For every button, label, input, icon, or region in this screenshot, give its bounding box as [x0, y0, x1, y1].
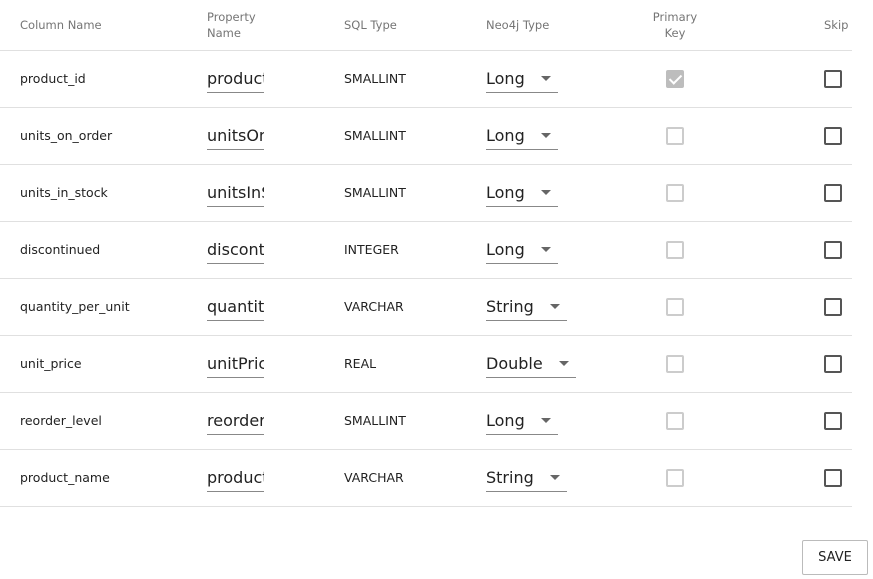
column-name: product_name	[0, 449, 207, 507]
table-row: unit_price REAL Double	[0, 335, 852, 393]
dropdown-arrow-icon	[540, 132, 551, 138]
neo4j-type-select[interactable]: Double	[486, 354, 576, 378]
table-row: units_on_order SMALLINT Long	[0, 107, 852, 165]
neo4j-type-value: Long	[486, 68, 525, 88]
neo4j-type-value: Long	[486, 239, 525, 259]
sql-type: SMALLINT	[344, 164, 486, 222]
primary-key-checkbox[interactable]	[666, 126, 684, 145]
table-row: units_in_stock SMALLINT Long	[0, 164, 852, 222]
header-skip: Skip	[730, 0, 852, 51]
property-name-input[interactable]	[207, 353, 264, 378]
table-row: quantity_per_unit VARCHAR String	[0, 278, 852, 336]
neo4j-type-value: Long	[486, 125, 525, 145]
skip-checkbox[interactable]	[824, 183, 842, 202]
save-button[interactable]: SAVE	[802, 540, 868, 575]
header-column-name: Column Name	[0, 0, 207, 51]
property-name-input[interactable]	[207, 467, 264, 492]
primary-key-checkbox[interactable]	[666, 354, 684, 373]
table-row: discontinued INTEGER Long	[0, 221, 852, 279]
property-name-input[interactable]	[207, 410, 264, 435]
sql-type: SMALLINT	[344, 50, 486, 108]
neo4j-type-select[interactable]: Long	[486, 411, 558, 435]
sql-type: VARCHAR	[344, 278, 486, 336]
sql-type: REAL	[344, 335, 486, 393]
dropdown-arrow-icon	[558, 360, 569, 366]
primary-key-checkbox[interactable]	[666, 297, 684, 316]
skip-checkbox[interactable]	[824, 69, 842, 88]
neo4j-type-value: Double	[486, 353, 543, 373]
header-property-name: Property Name	[207, 0, 344, 51]
neo4j-type-value: String	[486, 467, 534, 487]
neo4j-type-select[interactable]: Long	[486, 183, 558, 207]
property-name-input[interactable]	[207, 239, 264, 264]
column-name: units_on_order	[0, 107, 207, 165]
dropdown-arrow-icon	[540, 417, 551, 423]
sql-type: SMALLINT	[344, 392, 486, 450]
sql-type: VARCHAR	[344, 449, 486, 507]
neo4j-type-value: String	[486, 296, 534, 316]
dropdown-arrow-icon	[540, 75, 551, 81]
column-mapping-table: Column Name Property Name SQL Type Neo4j…	[0, 0, 852, 507]
dropdown-arrow-icon	[540, 189, 551, 195]
primary-key-checkbox[interactable]	[666, 183, 684, 202]
column-name: units_in_stock	[0, 164, 207, 222]
skip-checkbox[interactable]	[824, 411, 842, 430]
header-primary-key: Primary Key	[620, 0, 730, 51]
skip-checkbox[interactable]	[824, 297, 842, 316]
dropdown-arrow-icon	[549, 474, 560, 480]
primary-key-checkbox[interactable]	[666, 69, 684, 88]
table-row: product_id SMALLINT Long	[0, 50, 852, 108]
neo4j-type-select[interactable]: Long	[486, 240, 558, 264]
column-name: reorder_level	[0, 392, 207, 450]
skip-checkbox[interactable]	[824, 354, 842, 373]
skip-checkbox[interactable]	[824, 468, 842, 487]
sql-type: SMALLINT	[344, 107, 486, 165]
primary-key-checkbox[interactable]	[666, 411, 684, 430]
property-name-input[interactable]	[207, 68, 264, 93]
column-name: quantity_per_unit	[0, 278, 207, 336]
neo4j-type-select[interactable]: String	[486, 468, 567, 492]
header-neo4j-type: Neo4j Type	[486, 0, 620, 51]
property-name-input[interactable]	[207, 296, 264, 321]
neo4j-type-value: Long	[486, 410, 525, 430]
neo4j-type-value: Long	[486, 182, 525, 202]
skip-checkbox[interactable]	[824, 126, 842, 145]
property-name-input[interactable]	[207, 182, 264, 207]
neo4j-type-select[interactable]: String	[486, 297, 567, 321]
table-header: Column Name Property Name SQL Type Neo4j…	[0, 0, 852, 51]
primary-key-checkbox[interactable]	[666, 240, 684, 259]
table-row: reorder_level SMALLINT Long	[0, 392, 852, 450]
column-name: product_id	[0, 50, 207, 108]
column-name: unit_price	[0, 335, 207, 393]
skip-checkbox[interactable]	[824, 240, 842, 259]
header-sql-type: SQL Type	[344, 0, 486, 51]
neo4j-type-select[interactable]: Long	[486, 69, 558, 93]
sql-type: INTEGER	[344, 221, 486, 279]
column-name: discontinued	[0, 221, 207, 279]
table-row: product_name VARCHAR String	[0, 449, 852, 507]
dropdown-arrow-icon	[540, 246, 551, 252]
property-name-input[interactable]	[207, 125, 264, 150]
neo4j-type-select[interactable]: Long	[486, 126, 558, 150]
dropdown-arrow-icon	[549, 303, 560, 309]
primary-key-checkbox[interactable]	[666, 468, 684, 487]
